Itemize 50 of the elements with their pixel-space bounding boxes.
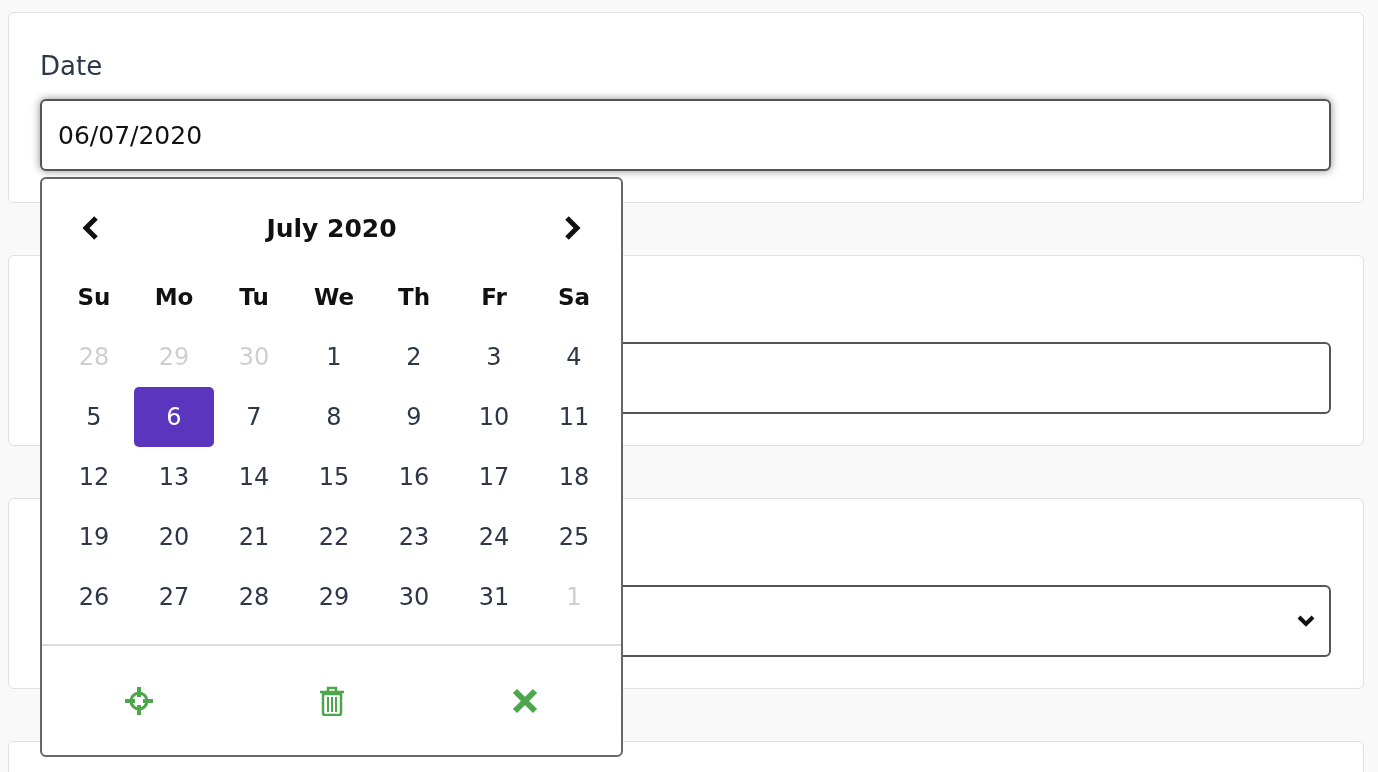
date-input[interactable]: 06/07/2020 — [40, 99, 1331, 171]
crosshair-icon — [123, 685, 154, 716]
calendar-day[interactable]: 29 — [294, 567, 374, 627]
chevron-left-icon — [82, 216, 100, 240]
calendar-day[interactable]: 1 — [294, 327, 374, 387]
weekday-label: Tu — [238, 283, 270, 312]
weekday-label: We — [312, 283, 356, 312]
calendar-day[interactable]: 18 — [534, 447, 614, 507]
weekday-label: Su — [76, 283, 112, 312]
weekday-label: Th — [396, 283, 432, 312]
calendar-day[interactable]: 20 — [134, 507, 214, 567]
calendar-day[interactable]: 11 — [534, 387, 614, 447]
calendar-day[interactable]: 10 — [454, 387, 534, 447]
calendar-day[interactable]: 9 — [374, 387, 454, 447]
calendar-day[interactable]: 31 — [454, 567, 534, 627]
clear-button[interactable] — [318, 685, 345, 716]
calendar-day[interactable]: 12 — [54, 447, 134, 507]
field-label: Date — [40, 50, 103, 83]
calendar-day[interactable]: 3 — [454, 327, 534, 387]
calendar-day[interactable]: 30 — [374, 567, 454, 627]
calendar-day[interactable]: 4 — [534, 327, 614, 387]
calendar-day[interactable]: 27 — [134, 567, 214, 627]
weekday-label: Fr — [480, 283, 508, 312]
calendar-day[interactable]: 16 — [374, 447, 454, 507]
calendar-day[interactable]: 13 — [134, 447, 214, 507]
chevron-down-icon — [1297, 615, 1315, 627]
chevron-right-icon — [563, 216, 581, 240]
calendar-day[interactable]: 25 — [534, 507, 614, 567]
calendar-day[interactable]: 7 — [214, 387, 294, 447]
calendar-day[interactable]: 2 — [374, 327, 454, 387]
calendar-day[interactable]: 28 — [214, 567, 294, 627]
today-button[interactable] — [123, 685, 154, 716]
close-icon — [511, 687, 538, 714]
calendar-day[interactable]: 26 — [54, 567, 134, 627]
calendar-day[interactable]: 21 — [214, 507, 294, 567]
calendar-day[interactable]: 14 — [214, 447, 294, 507]
month-title: July 2020 — [266, 213, 397, 243]
calendar-day[interactable]: 6 — [134, 387, 214, 447]
close-button[interactable] — [511, 687, 538, 714]
calendar-day[interactable]: 22 — [294, 507, 374, 567]
calendar-day[interactable]: 15 — [294, 447, 374, 507]
calendar-day[interactable]: 19 — [54, 507, 134, 567]
weekday-label: Sa — [556, 283, 592, 312]
weekday-label: Mo — [153, 283, 195, 312]
calendar-day[interactable]: 24 — [454, 507, 534, 567]
calendar-day[interactable]: 23 — [374, 507, 454, 567]
calendar-day[interactable]: 17 — [454, 447, 534, 507]
calendar-day[interactable]: 5 — [54, 387, 134, 447]
calendar-day[interactable]: 8 — [294, 387, 374, 447]
trash-icon — [318, 685, 345, 716]
